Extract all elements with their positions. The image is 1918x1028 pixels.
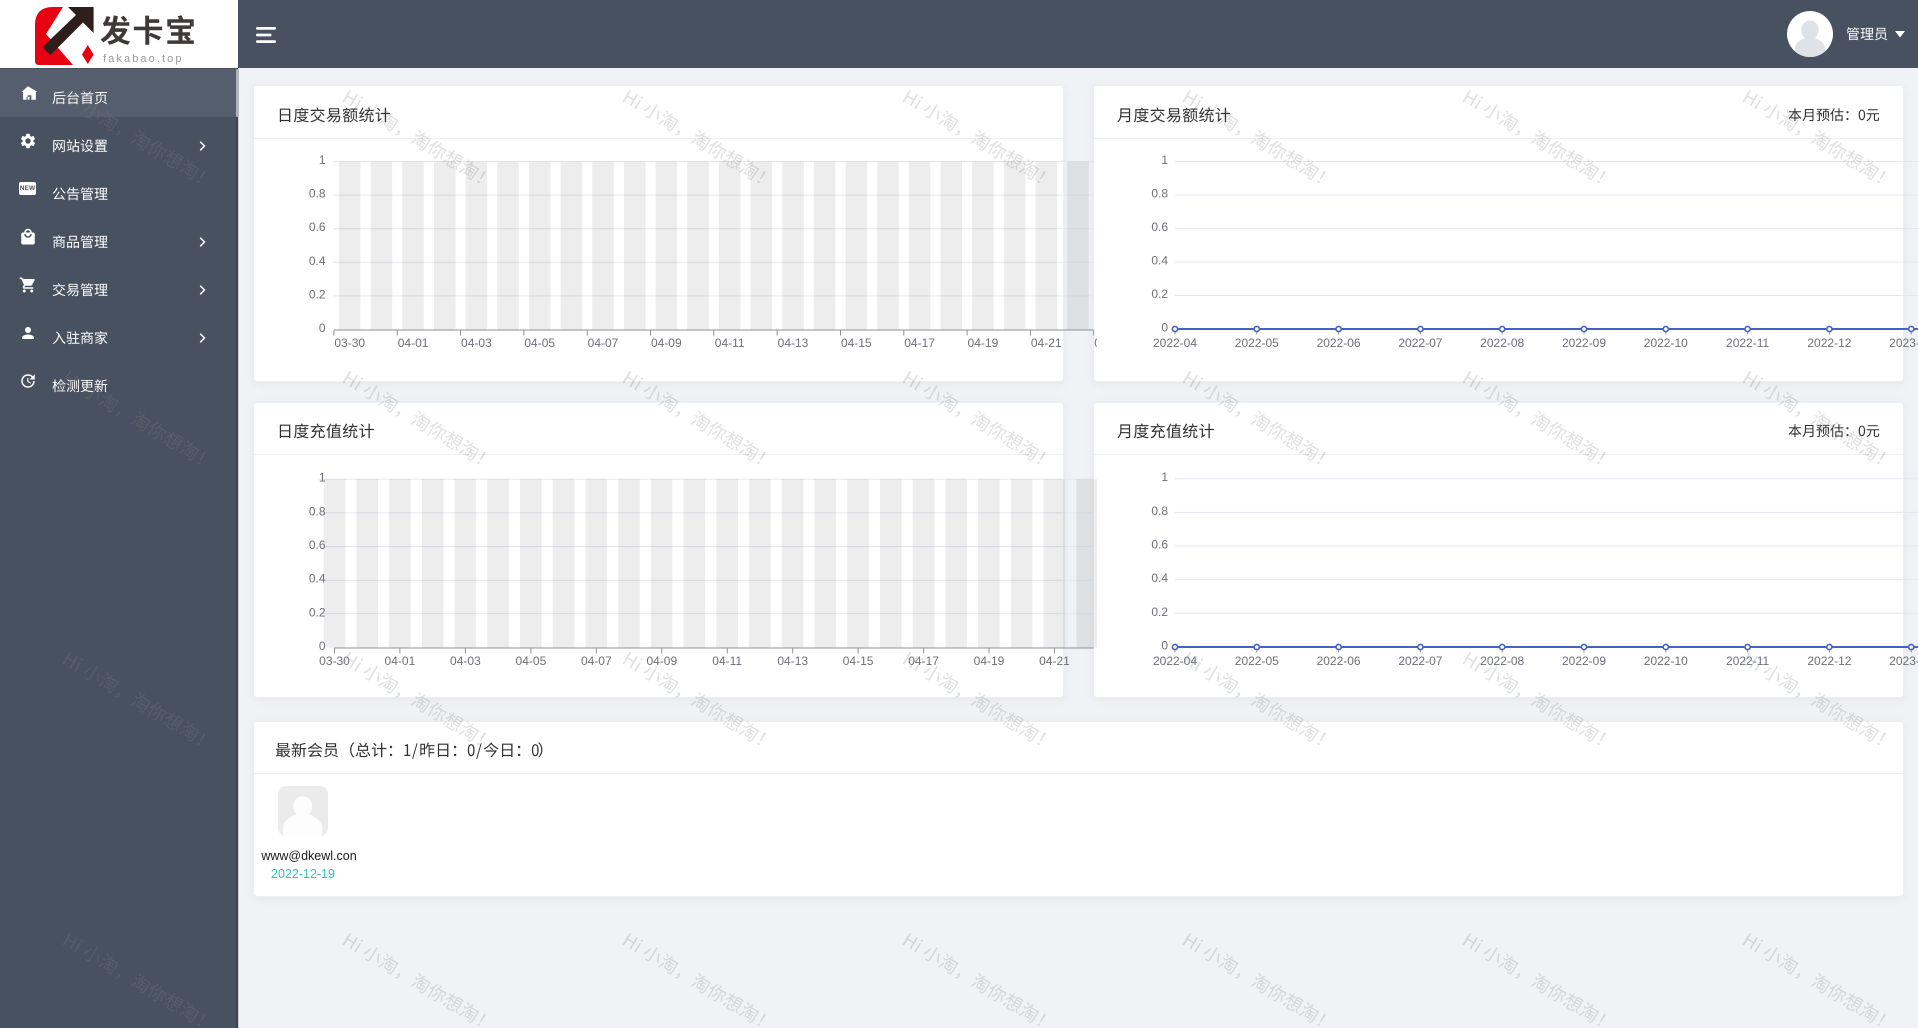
svg-text:2022-12: 2022-12 [1807, 654, 1851, 668]
svg-text:1: 1 [319, 471, 326, 485]
svg-text:0.6: 0.6 [309, 538, 326, 552]
svg-text:0: 0 [319, 321, 326, 335]
svg-text:2022-05: 2022-05 [1235, 336, 1279, 350]
svg-text:04-21: 04-21 [1031, 336, 1062, 350]
svg-text:0.6: 0.6 [1151, 538, 1168, 552]
svg-text:2023-01: 2023-01 [1889, 336, 1918, 350]
svg-text:04-01: 04-01 [385, 654, 416, 668]
svg-text:04-19: 04-19 [974, 654, 1005, 668]
svg-text:0.8: 0.8 [1151, 504, 1168, 518]
svg-text:1: 1 [319, 153, 326, 167]
svg-text:2022-07: 2022-07 [1398, 336, 1442, 350]
svg-text:2022-08: 2022-08 [1480, 654, 1524, 668]
svg-text:0.4: 0.4 [309, 572, 326, 586]
svg-text:04-13: 04-13 [777, 654, 808, 668]
svg-text:1: 1 [1161, 470, 1168, 484]
svg-text:04-01: 04-01 [398, 336, 429, 350]
svg-text:0: 0 [319, 639, 326, 653]
svg-text:2022-08: 2022-08 [1480, 336, 1524, 350]
svg-text:04-07: 04-07 [588, 336, 619, 350]
svg-text:04-09: 04-09 [651, 336, 682, 350]
svg-text:2022-04: 2022-04 [1153, 654, 1197, 668]
svg-text:2022-05: 2022-05 [1235, 654, 1279, 668]
svg-text:04-17: 04-17 [904, 336, 935, 350]
svg-text:04-11: 04-11 [715, 336, 745, 350]
svg-text:0: 0 [1161, 639, 1168, 653]
svg-text:2022-09: 2022-09 [1562, 336, 1606, 350]
svg-text:2022-10: 2022-10 [1644, 654, 1688, 668]
svg-text:04-07: 04-07 [581, 654, 612, 668]
svg-text:2022-11: 2022-11 [1726, 654, 1769, 668]
svg-text:2022-07: 2022-07 [1398, 654, 1442, 668]
svg-text:04-13: 04-13 [778, 336, 809, 350]
svg-text:04-15: 04-15 [843, 654, 874, 668]
svg-text:04-05: 04-05 [524, 336, 555, 350]
svg-text:2022-10: 2022-10 [1644, 336, 1688, 350]
svg-text:2023-01: 2023-01 [1889, 654, 1918, 668]
svg-text:0.4: 0.4 [309, 254, 326, 268]
svg-text:0.8: 0.8 [309, 504, 326, 518]
svg-text:04-17: 04-17 [908, 654, 939, 668]
svg-text:1: 1 [1161, 153, 1168, 167]
svg-text:0.6: 0.6 [309, 220, 326, 234]
svg-text:04-19: 04-19 [968, 336, 999, 350]
svg-text:0.2: 0.2 [1151, 287, 1168, 301]
svg-text:2022-06: 2022-06 [1317, 336, 1361, 350]
svg-text:0.6: 0.6 [1151, 220, 1168, 234]
svg-text:0.8: 0.8 [1151, 187, 1168, 201]
svg-text:0: 0 [1161, 321, 1168, 335]
svg-text:03-30: 03-30 [334, 336, 365, 350]
svg-text:2022-12: 2022-12 [1807, 336, 1851, 350]
svg-text:2022-09: 2022-09 [1562, 654, 1606, 668]
svg-text:04-21: 04-21 [1039, 654, 1070, 668]
svg-text:0.4: 0.4 [1151, 254, 1168, 268]
svg-text:0.4: 0.4 [1151, 571, 1168, 585]
svg-text:03-30: 03-30 [319, 654, 350, 668]
svg-text:04-23: 04-23 [1094, 336, 1097, 350]
svg-text:2022-11: 2022-11 [1726, 336, 1769, 350]
svg-text:04-05: 04-05 [516, 654, 547, 668]
svg-text:0.2: 0.2 [1151, 605, 1168, 619]
svg-text:0.2: 0.2 [309, 605, 326, 619]
svg-text:0.2: 0.2 [309, 287, 326, 301]
svg-text:04-09: 04-09 [646, 654, 677, 668]
svg-text:04-03: 04-03 [450, 654, 481, 668]
svg-text:2022-06: 2022-06 [1317, 654, 1361, 668]
svg-text:04-03: 04-03 [461, 336, 492, 350]
svg-text:04-11: 04-11 [712, 654, 742, 668]
svg-text:04-15: 04-15 [841, 336, 872, 350]
svg-text:0.8: 0.8 [309, 187, 326, 201]
svg-text:2022-04: 2022-04 [1153, 336, 1197, 350]
